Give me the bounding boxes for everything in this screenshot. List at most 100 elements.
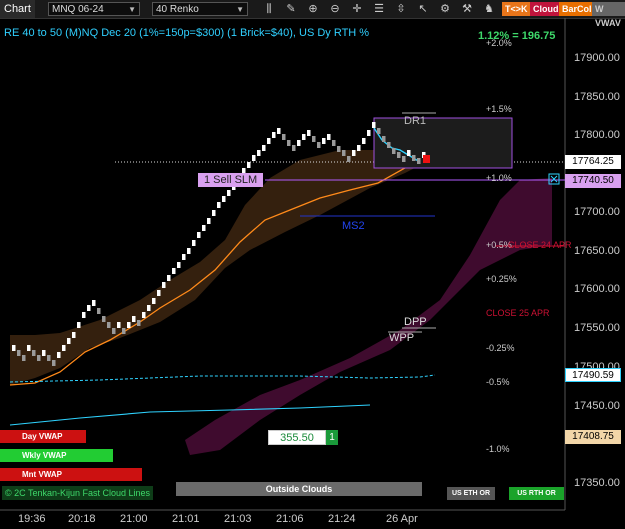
properties-icon[interactable]: ⚒ (460, 2, 474, 16)
renko-brick (127, 322, 131, 328)
renko-brick (77, 322, 81, 328)
pct-level-label: +1.0% (486, 173, 512, 183)
price-tick: 17700.00 (574, 206, 620, 218)
renko-brick (42, 350, 46, 356)
pencil-icon[interactable]: ✎ (284, 2, 298, 16)
renko-brick (177, 262, 181, 268)
price-tick: 17450.00 (574, 400, 620, 412)
list-icon[interactable]: ☰ (372, 2, 386, 16)
mnt-vwap-toggle[interactable]: Mnt VWAP (0, 468, 142, 481)
price-tick: 17650.00 (574, 245, 620, 257)
day-vwap-toggle[interactable]: Day VWAP (0, 430, 86, 443)
renko-brick (212, 210, 216, 216)
chevron-down-icon: ▼ (236, 5, 244, 14)
renko-brick (22, 355, 26, 361)
vwap-price-flag: 17490.59 (565, 368, 621, 382)
renko-brick (117, 322, 121, 328)
renko-brick (207, 218, 211, 224)
renko-brick (182, 254, 186, 260)
cursor-icon[interactable]: ↖ (416, 2, 430, 16)
tenkan-kijun-label[interactable]: © 2C Tenkan-Kijun Fast Cloud Lines (2, 486, 154, 500)
outside-clouds-button[interactable]: Outside Clouds (176, 482, 422, 496)
renko-brick (392, 148, 396, 154)
wkly-vwap-toggle[interactable]: Wkly VWAP (0, 449, 113, 462)
zoom-out-icon[interactable]: ⊖ (328, 2, 342, 16)
price-tick: 17850.00 (574, 91, 620, 103)
renko-brick (402, 156, 406, 162)
price-tick: 17350.00 (574, 477, 620, 489)
us-rth-or-button[interactable]: US RTH OR (509, 487, 564, 500)
time-tick: 21:00 (120, 513, 148, 525)
renko-brick (112, 328, 116, 334)
renko-brick (362, 138, 366, 144)
renko-brick (27, 345, 31, 351)
pct-level-label: +0.25% (486, 274, 517, 284)
renko-brick (122, 328, 126, 334)
renko-brick (357, 145, 361, 151)
instrument-selector[interactable]: MNQ 06-24 ▼ (48, 2, 140, 16)
ms2-label: MS2 (342, 220, 365, 232)
pct-level-label: -0.25% (486, 343, 515, 353)
renko-brick (342, 150, 346, 156)
tk-toggle-button[interactable]: T<>K (502, 2, 531, 16)
renko-brick (62, 345, 66, 351)
renko-brick (272, 132, 276, 138)
price-tick: 17800.00 (574, 129, 620, 141)
renko-brick (222, 196, 226, 202)
chart-tab[interactable]: Chart (0, 0, 35, 18)
bar-type-selector[interactable]: 40 Renko ▼ (152, 2, 248, 16)
renko-brick (227, 190, 231, 196)
zoom-in-icon[interactable]: ⊕ (306, 2, 320, 16)
renko-brick (37, 355, 41, 361)
properties-icon[interactable]: ⚙ (438, 2, 452, 16)
position-value-box: 355.50 (268, 430, 326, 445)
renko-brick (92, 300, 96, 306)
dr-range-box (373, 117, 513, 169)
vwap-toggle-button[interactable]: W VWAV (592, 2, 625, 28)
dpp-label: DPP (404, 316, 427, 328)
renko-brick (32, 350, 36, 356)
price-tick: 17600.00 (574, 283, 620, 295)
renko-brick (307, 130, 311, 136)
cyan-dashed-line (9, 374, 436, 383)
renko-brick (87, 305, 91, 311)
chart-toolbar: Chart MNQ 06-24 ▼ 40 Renko ▼ ⫼ ✎ ⊕ ⊖ ✛ ☰… (0, 0, 625, 28)
instrument-value: MNQ 06-24 (52, 4, 104, 15)
renko-brick (187, 248, 191, 254)
renko-brick (67, 338, 71, 344)
renko-brick (352, 150, 356, 156)
renko-brick (262, 145, 266, 151)
renko-brick (137, 320, 141, 326)
barcol-toggle-button[interactable]: BarCol (559, 2, 595, 16)
renko-brick (192, 240, 196, 246)
us-eth-or-button[interactable]: US ETH OR (447, 487, 495, 500)
chevron-down-icon: ▼ (128, 5, 136, 14)
cloud-toggle-button[interactable]: Cloud (530, 2, 562, 16)
time-tick: 26 Apr (386, 513, 418, 525)
renko-brick (292, 145, 296, 151)
renko-brick (257, 150, 261, 156)
strategy-icon[interactable]: ♞ (482, 2, 496, 16)
crosshair-icon[interactable]: ✛ (350, 2, 364, 16)
renko-brick (297, 140, 301, 146)
time-tick: 21:24 (328, 513, 356, 525)
renko-brick (317, 142, 321, 148)
renko-brick (332, 140, 336, 146)
renko-brick (147, 305, 151, 311)
renko-brick (197, 232, 201, 238)
position-count-box: 1 (326, 430, 338, 445)
renko-brick (382, 136, 386, 142)
renko-brick (217, 202, 221, 208)
renko-brick (327, 134, 331, 140)
close-25-label: CLOSE 25 APR (486, 308, 550, 318)
pct-level-label: +1.5% (486, 104, 512, 114)
renko-brick (47, 355, 51, 361)
scale-icon[interactable]: ⇳ (394, 2, 408, 16)
time-tick: 21:06 (276, 513, 304, 525)
renko-brick (412, 155, 416, 161)
renko-brick (377, 128, 381, 134)
renko-brick (277, 128, 281, 134)
bar-chart-icon[interactable]: ⫼ (262, 2, 276, 16)
time-tick: 21:01 (172, 513, 200, 525)
sell-order-label[interactable]: 1 Sell SLM (198, 173, 264, 187)
